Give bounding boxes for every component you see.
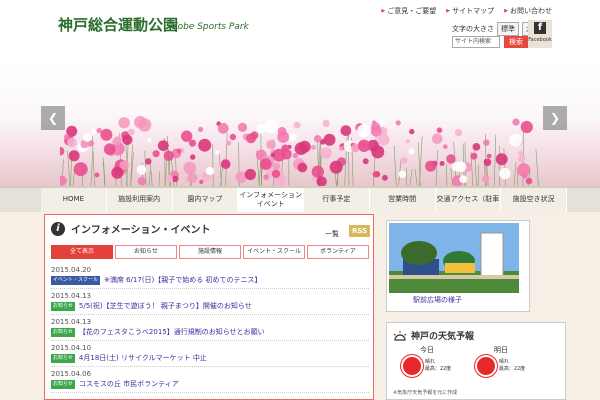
- nav-hours[interactable]: 営業時間: [369, 188, 436, 212]
- search-button[interactable]: 検索: [504, 36, 528, 48]
- list-item: 2015.04.10 お知らせ 4月18日(土) リサイクルマーケット 中止: [51, 341, 369, 367]
- font-size-standard-button[interactable]: 標準: [497, 22, 519, 36]
- facebook-icon: f: [534, 22, 546, 34]
- tab-volunteer[interactable]: ボランティア: [307, 245, 369, 259]
- station-plaza-photo: [389, 223, 519, 293]
- weather-high: 最高：22度: [498, 366, 526, 372]
- entry-date: 2015.04.13: [51, 318, 92, 326]
- category-badge: お知らせ: [51, 379, 75, 389]
- entry-link[interactable]: 【花のフェスタこうべ2015】通行規制のお知らせとお願い: [79, 327, 265, 337]
- sunny-icon: [402, 357, 421, 375]
- rss-button[interactable]: RSS: [349, 225, 371, 237]
- entry-link[interactable]: ※満席 6/17(日)【親子で始める 初めてのテニス】: [104, 275, 262, 285]
- tab-all[interactable]: 全て表示: [51, 245, 113, 259]
- weather-forecast: 神戸の天気予報 今日 晴れ 最高：22度 明日 晴れ 最高：22度 ※気象庁天気…: [386, 322, 566, 400]
- category-badge: イベント・スクール: [51, 275, 101, 285]
- slideshow-prev-button[interactable]: ❮: [41, 106, 65, 130]
- sunny-icon: [476, 357, 495, 375]
- tab-event-school[interactable]: イベント・スクール: [243, 245, 305, 259]
- station-plaza-photo-card[interactable]: 駅前広場の様子: [386, 220, 530, 312]
- search-input[interactable]: サイト内検索: [452, 36, 500, 48]
- nav-access[interactable]: 交通アクセス（駐車場）: [435, 188, 502, 225]
- list-item: 2015.04.20 イベント・スクール ※満席 6/17(日)【親子で始める …: [51, 263, 369, 289]
- nav-schedule[interactable]: 行事予定: [304, 188, 370, 212]
- category-badge: お知らせ: [51, 301, 75, 311]
- entry-link[interactable]: コスモスの丘 市民ボランティア: [79, 379, 179, 389]
- information-title: インフォメーション・イベント: [71, 225, 211, 236]
- entry-date: 2015.04.10: [51, 344, 92, 352]
- weather-high: 最高：22度: [424, 366, 452, 372]
- list-item: 2015.04.06 お知らせ コスモスの丘 市民ボランティア: [51, 367, 369, 393]
- sun-outline-icon: [393, 330, 407, 341]
- tab-notice[interactable]: お知らせ: [115, 245, 177, 259]
- photo-caption[interactable]: 駅前広場の様子: [413, 295, 462, 305]
- entry-link[interactable]: 4月18日(土) リサイクルマーケット 中止: [79, 353, 207, 363]
- category-tabs: 全て表示 お知らせ 施設情報 イベント・スクール ボランティア: [51, 245, 369, 259]
- hero-banner: [0, 60, 600, 188]
- weather-title: 神戸の天気予報: [411, 332, 475, 342]
- entry-link[interactable]: 5/5(祝)【芝生で遊ぼう！ 親子まつり】開催のお知らせ: [79, 301, 252, 311]
- site-logo[interactable]: 神戸総合運動公園: [58, 14, 178, 35]
- list-item: 2015.04.13 お知らせ 5/5(祝)【芝生で遊ぼう！ 親子まつり】開催の…: [51, 289, 369, 315]
- category-badge: お知らせ: [51, 327, 75, 337]
- main-content: i インフォメーション・イベント 一覧 RSS 全て表示 お知らせ 施設情報 イ…: [0, 212, 600, 400]
- facebook-label: Facebook: [528, 37, 552, 43]
- font-size-control: 文字の大きさ 標準 大: [452, 22, 537, 36]
- sitemap-link[interactable]: サイトマップ: [446, 6, 494, 16]
- weather-day-label: 明日: [494, 346, 508, 354]
- nav-park-map[interactable]: 園内マップ: [172, 188, 239, 212]
- nav-facility-guide[interactable]: 施設利用案内: [106, 188, 173, 212]
- info-icon: i: [51, 221, 65, 236]
- information-panel: i インフォメーション・イベント 一覧 RSS 全て表示 お知らせ 施設情報 イ…: [44, 214, 374, 400]
- font-size-label: 文字の大きさ: [452, 25, 494, 33]
- weather-heading: 神戸の天気予報: [393, 329, 474, 342]
- site-logo-english[interactable]: Kobe Sports Park: [172, 22, 249, 32]
- weather-tomorrow: 明日 晴れ 最高：22度: [471, 345, 531, 375]
- entry-date: 2015.04.13: [51, 292, 92, 300]
- weather-note: ※気象庁天気予報を元に作成: [393, 390, 458, 396]
- tab-facility[interactable]: 施設情報: [179, 245, 241, 259]
- category-badge: お知らせ: [51, 353, 75, 363]
- list-item: 2015.04.13 お知らせ 【花のフェスタこうべ2015】通行規制のお知らせ…: [51, 315, 369, 341]
- news-list: 2015.04.20 イベント・スクール ※満席 6/17(日)【親子で始める …: [51, 263, 369, 393]
- main-nav-band: HOME 施設利用案内 園内マップ インフォメーション イベント 行事予定 営業…: [0, 186, 600, 225]
- weather-day-label: 今日: [420, 346, 434, 354]
- weather-condition: 晴れ: [424, 359, 435, 365]
- entry-date: 2015.04.20: [51, 266, 92, 274]
- nav-home[interactable]: HOME: [41, 188, 107, 212]
- main-nav: HOME 施設利用案内 園内マップ インフォメーション イベント 行事予定 営業…: [41, 188, 567, 225]
- slideshow-next-button[interactable]: ❯: [543, 106, 567, 130]
- weather-today: 今日 晴れ 最高：22度: [397, 345, 457, 375]
- contact-link[interactable]: お問い合わせ: [504, 6, 552, 16]
- cosmos-flowers-image: [60, 116, 539, 188]
- list-all-link[interactable]: 一覧: [325, 229, 339, 239]
- weather-condition: 晴れ: [498, 359, 509, 365]
- information-heading: i インフォメーション・イベント: [51, 221, 211, 236]
- nav-information-event[interactable]: インフォメーション イベント: [238, 188, 304, 212]
- nav-availability[interactable]: 施設空き状況: [501, 188, 567, 212]
- entry-date: 2015.04.06: [51, 370, 92, 378]
- feedback-link[interactable]: ご意見・ご要望: [381, 6, 436, 16]
- utility-links: ご意見・ご要望 サイトマップ お問い合わせ: [381, 6, 552, 16]
- site-search: サイト内検索 検索: [452, 36, 528, 48]
- facebook-button[interactable]: f Facebook: [528, 20, 552, 48]
